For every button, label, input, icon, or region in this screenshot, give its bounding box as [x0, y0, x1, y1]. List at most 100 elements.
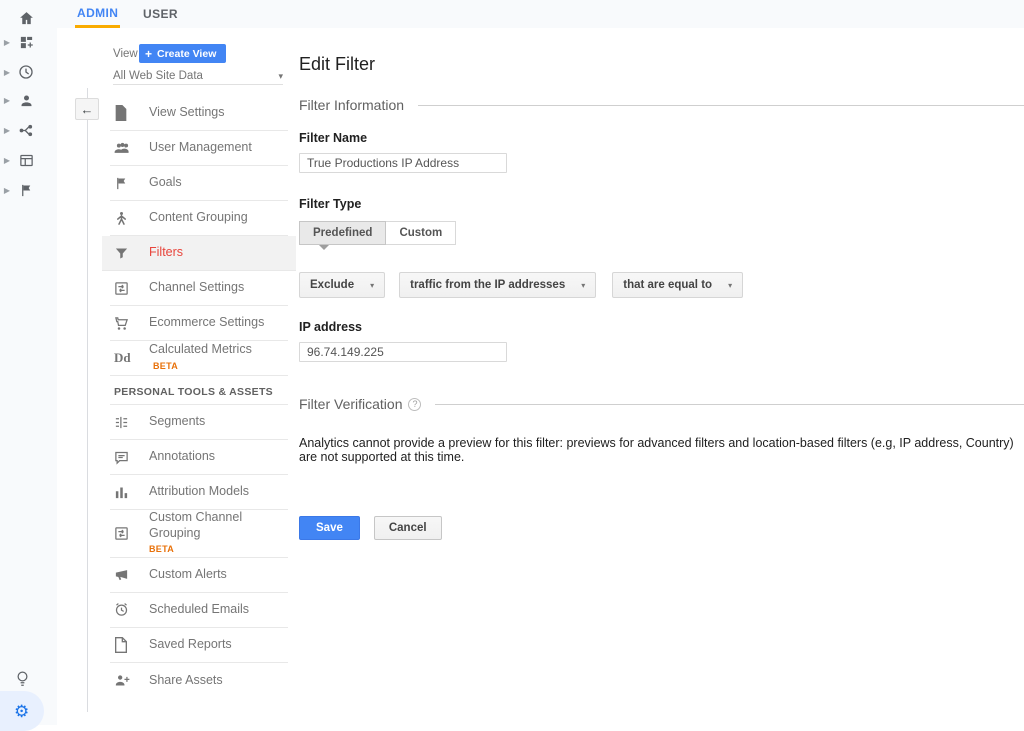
cancel-button[interactable]: Cancel — [374, 516, 442, 540]
menu-item-label: Calculated Metrics BETA — [149, 342, 284, 373]
behavior-nav-item[interactable]: ▶ — [0, 148, 57, 172]
menu-item-label: Content Grouping — [149, 210, 248, 226]
chevron-right-icon: ▶ — [0, 126, 14, 135]
ip-address-input[interactable] — [299, 342, 507, 362]
collapse-back-button[interactable]: ← — [75, 98, 99, 120]
filter-condition-row: Exclude ▾ traffic from the IP addresses … — [299, 272, 1024, 298]
section-header-personal-tools: PERSONAL TOOLS & ASSETS — [110, 376, 288, 405]
admin-nav-item-active[interactable]: ⚙ — [0, 691, 44, 731]
create-view-label: Create View — [157, 48, 216, 60]
form-actions: Save Cancel — [299, 516, 1024, 540]
tab-predefined[interactable]: Predefined — [299, 221, 386, 245]
selected-view-name: All Web Site Data — [113, 70, 203, 82]
chevron-right-icon: ▶ — [0, 186, 14, 195]
segments-icon — [114, 413, 136, 431]
menu-item-saved-reports[interactable]: Saved Reports — [110, 628, 288, 663]
chevron-down-icon: ▾ — [278, 71, 283, 82]
menu-item-label: Attribution Models — [149, 484, 249, 500]
menu-item-content-grouping[interactable]: Content Grouping — [110, 201, 288, 236]
annotation-icon — [114, 448, 136, 466]
customization-icon — [16, 32, 36, 52]
bar-chart-icon — [114, 483, 136, 501]
view-selector-dropdown[interactable]: All Web Site Data ▾ — [113, 68, 283, 85]
menu-item-segments[interactable]: Segments — [110, 405, 288, 440]
beta-badge: BETA — [153, 361, 178, 371]
tree-connector-line — [87, 88, 88, 712]
menu-item-label: User Management — [149, 140, 252, 156]
menu-item-filters[interactable]: Filters — [102, 236, 296, 271]
cart-icon — [114, 314, 136, 332]
menu-item-channel-settings[interactable]: Channel Settings — [110, 271, 288, 306]
chevron-down-icon: ▾ — [581, 281, 585, 290]
content-grouping-icon — [114, 209, 136, 227]
audience-nav-item[interactable]: ▶ — [0, 88, 57, 112]
filter-source-dropdown[interactable]: traffic from the IP addresses ▾ — [399, 272, 596, 298]
home-nav-item[interactable] — [0, 6, 57, 30]
document-icon — [114, 104, 136, 122]
filter-expression-dropdown[interactable]: that are equal to ▾ — [612, 272, 743, 298]
menu-item-label: Saved Reports — [149, 637, 232, 653]
tab-custom[interactable]: Custom — [386, 221, 456, 245]
menu-item-scheduled-emails[interactable]: Scheduled Emails — [110, 593, 288, 628]
menu-item-attribution-models[interactable]: Attribution Models — [110, 475, 288, 510]
menu-item-label: Custom Alerts — [149, 567, 227, 583]
menu-item-label: Ecommerce Settings — [149, 315, 264, 331]
channel-settings-icon — [114, 279, 136, 297]
chevron-right-icon: ▶ — [0, 38, 14, 47]
save-button[interactable]: Save — [299, 516, 360, 540]
menu-item-label: Scheduled Emails — [149, 602, 249, 618]
menu-item-custom-alerts[interactable]: Custom Alerts — [110, 558, 288, 593]
customization-nav-item[interactable]: ▶ — [0, 30, 57, 54]
menu-item-goals[interactable]: Goals — [110, 166, 288, 201]
section-title: Filter Information — [299, 97, 404, 113]
chevron-right-icon: ▶ — [0, 156, 14, 165]
menu-item-label: Custom Channel Grouping BETA — [149, 510, 284, 557]
help-icon[interactable]: ? — [408, 398, 421, 411]
create-view-button[interactable]: + Create View — [139, 44, 226, 63]
menu-item-share-assets[interactable]: Share Assets — [110, 663, 288, 698]
megaphone-icon — [114, 566, 136, 584]
admin-gear-icon: ⚙ — [14, 703, 29, 720]
tab-user[interactable]: USER — [143, 0, 178, 28]
filter-name-input[interactable] — [299, 153, 507, 173]
chevron-right-icon: ▶ — [0, 68, 14, 77]
acquisition-icon — [16, 120, 36, 140]
menu-item-label: Filters — [149, 245, 183, 261]
dd-icon: Dd — [114, 349, 136, 367]
channel-grouping-icon — [114, 524, 136, 542]
section-title: Filter Verification — [299, 396, 402, 412]
filter-name-label: Filter Name — [299, 131, 1024, 145]
menu-item-label: Channel Settings — [149, 280, 244, 296]
realtime-icon — [16, 62, 36, 82]
insights-lightbulb-icon[interactable] — [15, 670, 30, 693]
acquisition-nav-item[interactable]: ▶ — [0, 118, 57, 142]
verification-message: Analytics cannot provide a preview for t… — [299, 436, 1024, 464]
menu-item-user-management[interactable]: User Management — [110, 131, 288, 166]
view-column-label: View — [113, 48, 138, 60]
filter-type-tabs: Predefined Custom — [299, 221, 456, 245]
menu-item-label: Annotations — [149, 449, 215, 465]
top-tab-bar: ADMIN USER — [57, 0, 1024, 28]
menu-item-calculated-metrics[interactable]: Dd Calculated Metrics BETA — [110, 341, 288, 376]
menu-item-custom-channel-grouping[interactable]: Custom Channel Grouping BETA — [110, 510, 288, 558]
plus-icon: + — [145, 47, 152, 61]
conversions-nav-item[interactable]: ▶ — [0, 178, 57, 202]
realtime-nav-item[interactable]: ▶ — [0, 60, 57, 84]
menu-item-view-settings[interactable]: View Settings — [110, 96, 288, 131]
filter-action-dropdown[interactable]: Exclude ▾ — [299, 272, 385, 298]
chevron-down-icon: ▾ — [370, 281, 374, 290]
chevron-down-icon: ▾ — [728, 281, 732, 290]
menu-item-annotations[interactable]: Annotations — [110, 440, 288, 475]
alarm-clock-icon — [114, 601, 136, 619]
back-arrow-icon: ← — [81, 102, 94, 117]
saved-report-icon — [114, 636, 136, 654]
section-divider-line — [435, 404, 1024, 405]
section-divider-line — [418, 105, 1024, 106]
flag-icon — [114, 174, 136, 192]
audience-icon — [16, 90, 36, 110]
left-nav-rail: ▶ ▶ ▶ ▶ ▶ ▶ ⚙ — [0, 0, 57, 725]
menu-item-ecommerce-settings[interactable]: Ecommerce Settings — [110, 306, 288, 341]
edit-filter-panel: Edit Filter Filter Information Filter Na… — [299, 0, 1024, 540]
menu-item-label: Goals — [149, 175, 182, 191]
tab-admin[interactable]: ADMIN — [75, 0, 120, 28]
